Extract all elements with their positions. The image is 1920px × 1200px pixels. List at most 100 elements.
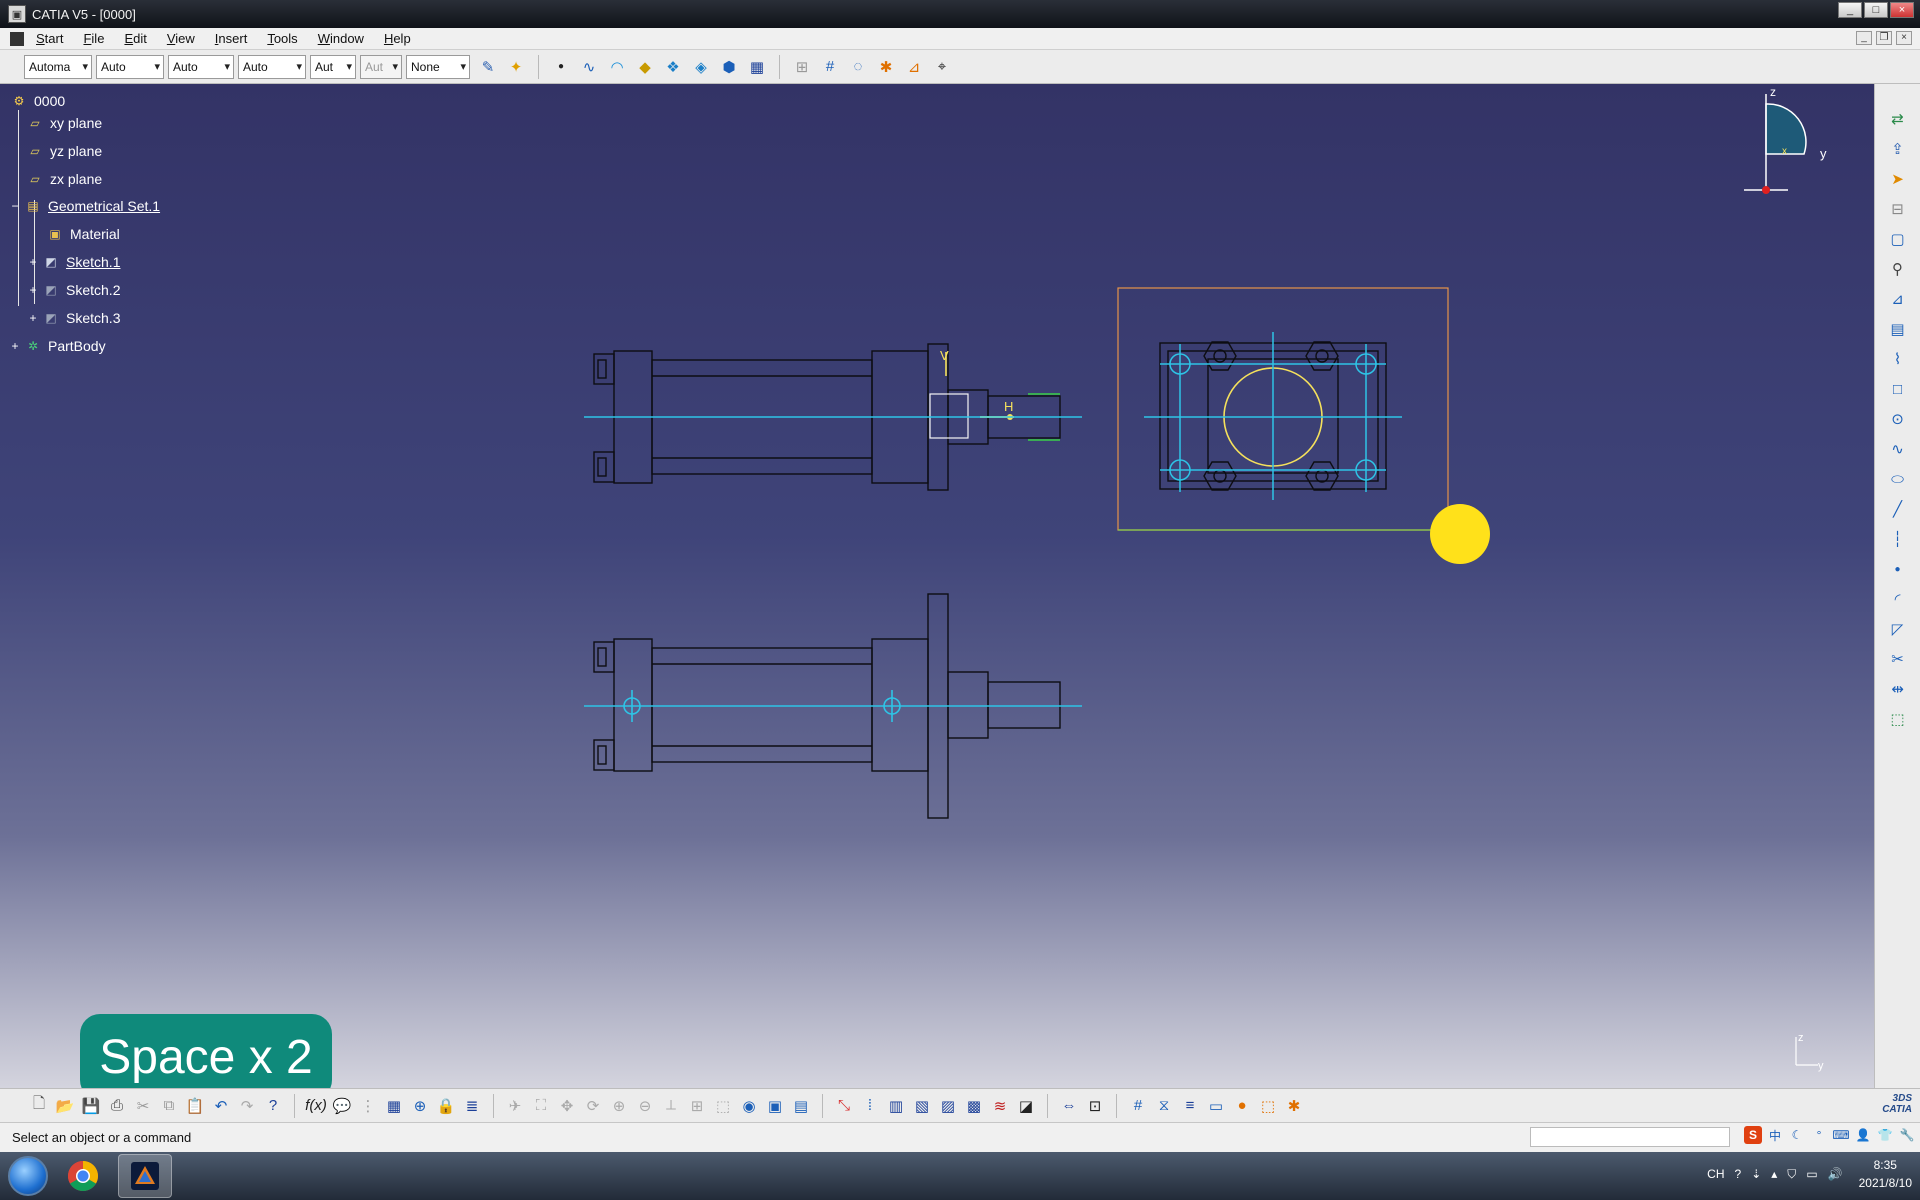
line-type-combo[interactable]: Auto — [238, 54, 306, 79]
project-3d-icon[interactable]: ⬚ — [1887, 708, 1909, 730]
dimensional-constraints-icon[interactable]: ⊿ — [903, 56, 925, 78]
quick-view-icon[interactable]: ⬚ — [712, 1095, 734, 1117]
painter-icon[interactable]: ✎ — [477, 56, 499, 78]
menu-insert[interactable]: Insert — [215, 31, 248, 46]
end-view-axes[interactable] — [1144, 332, 1402, 500]
axis-icon[interactable]: ┆ — [1887, 528, 1909, 550]
redo-icon[interactable]: ↷ — [236, 1095, 258, 1117]
volume-icon[interactable]: 🔊 — [1828, 1167, 1843, 1181]
layer-icon[interactable]: ▭ — [1205, 1095, 1227, 1117]
constraint-icon[interactable]: ⌖ — [931, 56, 953, 78]
knowledge-advisor-icon[interactable]: 💬 — [331, 1095, 353, 1117]
doc-restore-button[interactable]: ❐ — [1876, 31, 1892, 45]
multi-view-icon[interactable]: ⊞ — [686, 1095, 708, 1117]
dimension-icon[interactable]: ⬚ — [1257, 1095, 1279, 1117]
stack-icon[interactable]: ≡ — [1179, 1095, 1201, 1117]
corner-icon[interactable]: ◜ — [1887, 588, 1909, 610]
usb-icon[interactable]: ⇣ — [1751, 1167, 1761, 1181]
polyline-icon[interactable]: ⌇ — [1887, 348, 1909, 370]
new-file-icon[interactable]: 🗋 — [28, 1095, 50, 1117]
apply-material-icon[interactable]: ✦ — [505, 56, 527, 78]
paste-icon[interactable]: 📋 — [184, 1095, 206, 1117]
menu-view[interactable]: View — [167, 31, 195, 46]
construction-element-icon[interactable]: ◌ — [847, 56, 869, 78]
chamfer-icon[interactable]: ◸ — [1887, 618, 1909, 640]
line-thickness-combo[interactable]: Auto — [168, 54, 234, 79]
mirror-icon[interactable]: ⇹ — [1887, 678, 1909, 700]
copy-icon[interactable]: ⧉ — [158, 1095, 180, 1117]
rotate-icon[interactable]: ⟳ — [582, 1095, 604, 1117]
sweep-icon[interactable]: ❖ — [662, 56, 684, 78]
select-arrow-icon[interactable]: ➤ — [1887, 168, 1909, 190]
clock[interactable]: 8:35 2021/8/10 — [1859, 1156, 1912, 1192]
inertia-icon[interactable]: ⊡ — [1084, 1095, 1106, 1117]
parameters-icon[interactable]: ≣ — [461, 1095, 483, 1117]
ime-user-icon[interactable]: 👤 — [1854, 1126, 1872, 1144]
gradient-icon[interactable]: ≋ — [989, 1095, 1011, 1117]
chinese-mode-icon[interactable]: 中 — [1766, 1126, 1784, 1144]
point-icon[interactable]: ● — [550, 56, 572, 78]
operation-icon[interactable]: ⊿ — [1887, 288, 1909, 310]
table-icon[interactable]: ▦ — [383, 1095, 405, 1117]
ellipse-icon[interactable]: ⬭ — [1887, 468, 1909, 490]
rendering-style-combo[interactable]: None — [406, 54, 470, 79]
transform-icon[interactable]: ▤ — [1887, 318, 1909, 340]
pan-icon[interactable]: ✥ — [556, 1095, 578, 1117]
cut-icon[interactable]: ✂ — [132, 1095, 154, 1117]
exit-workbench-icon[interactable]: ⇄ — [1887, 108, 1909, 130]
hide-show-icon[interactable]: ⋮ — [357, 1095, 379, 1117]
maximize-button[interactable]: □ — [1864, 2, 1888, 18]
line-icon[interactable]: ╱ — [1887, 498, 1909, 520]
cut-part-by-plane-icon[interactable]: ▥ — [885, 1095, 907, 1117]
ime-skin-icon[interactable]: 👕 — [1876, 1126, 1894, 1144]
profile-icon[interactable]: ▢ — [1887, 228, 1909, 250]
repetition-icon[interactable]: ▦ — [746, 56, 768, 78]
sogou-ime-icon[interactable]: S — [1744, 1126, 1762, 1144]
hide-show-space-icon[interactable]: ▤ — [790, 1095, 812, 1117]
document-icon[interactable] — [10, 31, 24, 46]
join-icon[interactable]: ⬢ — [718, 56, 740, 78]
menu-window[interactable]: Window — [318, 31, 364, 46]
point-icon[interactable]: ● — [1887, 558, 1909, 580]
material-apply-icon[interactable]: ● — [1231, 1095, 1253, 1117]
minimize-button[interactable]: _ — [1838, 2, 1862, 18]
offset-icon[interactable]: ◈ — [690, 56, 712, 78]
network-icon[interactable]: ▭ — [1806, 1167, 1817, 1181]
power-input-field[interactable] — [1530, 1127, 1730, 1147]
formula-icon[interactable]: f(x) — [305, 1095, 327, 1117]
doc-minimize-button[interactable]: _ — [1856, 31, 1872, 45]
grid-icon[interactable]: # — [819, 56, 841, 78]
rectangle-icon[interactable]: □ — [1887, 378, 1909, 400]
sketch-tools-icon[interactable]: ⤡ — [833, 1095, 855, 1117]
print-icon[interactable]: ⎙ — [106, 1095, 128, 1117]
auto-constraint-icon[interactable]: ✱ — [1283, 1095, 1305, 1117]
half-width-icon[interactable]: ☾ — [1788, 1126, 1806, 1144]
normal-view-icon[interactable]: ⟂ — [660, 1095, 682, 1117]
show-hidden-icons[interactable]: ▴ — [1771, 1167, 1777, 1181]
export-icon[interactable]: ⇪ — [1887, 138, 1909, 160]
measure-icon[interactable]: ⇔ — [1058, 1095, 1080, 1117]
lock-icon[interactable]: 🔒 — [435, 1095, 457, 1117]
usual-diagnostic-icon[interactable]: ▧ — [911, 1095, 933, 1117]
security-icon[interactable]: ⛉ — [1787, 1167, 1796, 1182]
ime-tools-icon[interactable]: 🔧 — [1898, 1126, 1916, 1144]
menu-tools[interactable]: Tools — [267, 31, 297, 46]
extrude-icon[interactable]: ◆ — [634, 56, 656, 78]
undo-icon[interactable]: ↶ — [210, 1095, 232, 1117]
swap-visible-space-icon[interactable]: ▣ — [764, 1095, 786, 1117]
zoom-out-icon[interactable]: ⊖ — [634, 1095, 656, 1117]
punctuation-icon[interactable]: ° — [1810, 1126, 1828, 1144]
constraint-display-icon[interactable]: ▩ — [963, 1095, 985, 1117]
doc-close-button[interactable]: × — [1896, 31, 1912, 45]
menu-start[interactable]: Start — [36, 31, 63, 46]
spline-icon[interactable]: ∿ — [1887, 438, 1909, 460]
view-mode-icon[interactable]: ◉ — [738, 1095, 760, 1117]
3d-viewport[interactable]: ⚙ 0000 ▱ xy plane ▱ yz plane ▱ zx plane … — [0, 84, 1874, 1088]
circle-icon[interactable]: ⊙ — [1887, 408, 1909, 430]
catia-taskbar-button[interactable] — [118, 1154, 172, 1198]
constraint-attach-icon[interactable]: ⚲ — [1887, 258, 1909, 280]
sketch-analysis-icon[interactable]: ⊟ — [1887, 198, 1909, 220]
chrome-taskbar-button[interactable] — [56, 1154, 110, 1198]
scene-icon[interactable]: ◪ — [1015, 1095, 1037, 1117]
keyboard-icon[interactable]: ⌨ — [1832, 1126, 1850, 1144]
